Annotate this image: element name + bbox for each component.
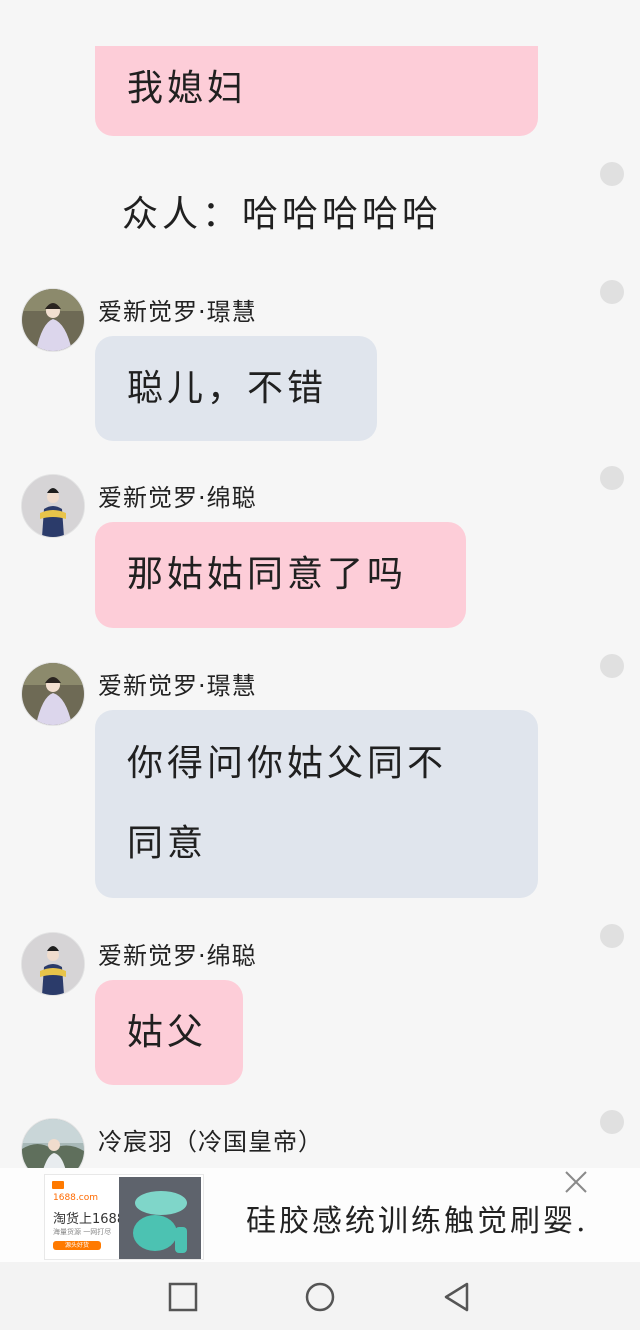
home-icon[interactable] — [303, 1280, 337, 1314]
message-text: 姑父 — [127, 1012, 208, 1053]
product-photo — [119, 1177, 201, 1259]
ad-banner[interactable]: 1688.com 淘货上1688 海量货源 一网打尽 源头好货 硅胶感统训练触觉… — [0, 1168, 640, 1262]
avatar-miancong[interactable] — [21, 932, 85, 996]
narration-text: 众人：哈哈哈哈哈 — [122, 194, 443, 235]
status-dot — [600, 924, 624, 948]
sender-name: 冷宸羽（冷国皇帝） — [98, 1128, 323, 1156]
sender-name: 爱新觉罗·璟慧 — [98, 298, 257, 326]
avatar-image — [22, 933, 84, 995]
ad-cta-button[interactable]: 源头好货 — [53, 1241, 101, 1250]
status-dot — [600, 162, 624, 186]
status-dot — [600, 280, 624, 304]
status-dot — [600, 654, 624, 678]
navigation-bar — [0, 1262, 640, 1330]
close-icon[interactable] — [562, 1168, 590, 1196]
message-text-line: 同意 — [127, 823, 208, 864]
avatar-miancong[interactable] — [21, 474, 85, 538]
avatar-image — [22, 663, 84, 725]
message-bubble[interactable]: 我媳妇 — [95, 46, 538, 136]
ad-image[interactable]: 1688.com 淘货上1688 海量货源 一网打尽 源头好货 — [44, 1174, 204, 1260]
message-bubble[interactable]: 那姑姑同意了吗 — [95, 522, 466, 628]
recents-icon[interactable] — [166, 1280, 200, 1314]
message-text: 聪儿，不错 — [127, 368, 328, 409]
ad-site: 1688.com — [53, 1193, 98, 1203]
sender-name: 爱新觉罗·绵聪 — [98, 942, 257, 970]
avatar-lengchenyu[interactable] — [21, 1118, 85, 1170]
avatar-image — [22, 475, 84, 537]
avatar-image — [22, 1119, 84, 1170]
avatar-image — [22, 289, 84, 351]
avatar-jinghui[interactable] — [21, 662, 85, 726]
message-text: 那姑姑同意了吗 — [127, 554, 408, 595]
sender-name: 爱新觉罗·绵聪 — [98, 484, 257, 512]
message-bubble[interactable]: 聪儿，不错 — [95, 336, 377, 441]
ad-headline: 淘货上1688 — [53, 1212, 126, 1227]
message-text: 我媳妇 — [127, 68, 248, 109]
sender-name: 爱新觉罗·璟慧 — [98, 672, 257, 700]
ad-tagline: 海量货源 一网打尽 — [53, 1228, 112, 1236]
message-text-line: 你得问你姑父同不 — [127, 743, 448, 784]
brand-logo — [52, 1181, 64, 1189]
avatar-jinghui[interactable] — [21, 288, 85, 352]
message-bubble[interactable]: 姑父 — [95, 980, 243, 1085]
status-dot — [600, 1110, 624, 1134]
chat-list[interactable]: 我媳妇 众人：哈哈哈哈哈 爱新觉罗·璟慧 聪儿，不错 爱新觉罗·绵聪 那姑姑同意… — [0, 0, 640, 1170]
ad-text[interactable]: 硅胶感统训练触觉刷婴. — [246, 1196, 589, 1240]
status-dot — [600, 466, 624, 490]
back-icon[interactable] — [440, 1280, 474, 1314]
message-bubble[interactable]: 你得问你姑父同不 同意 — [95, 710, 538, 898]
